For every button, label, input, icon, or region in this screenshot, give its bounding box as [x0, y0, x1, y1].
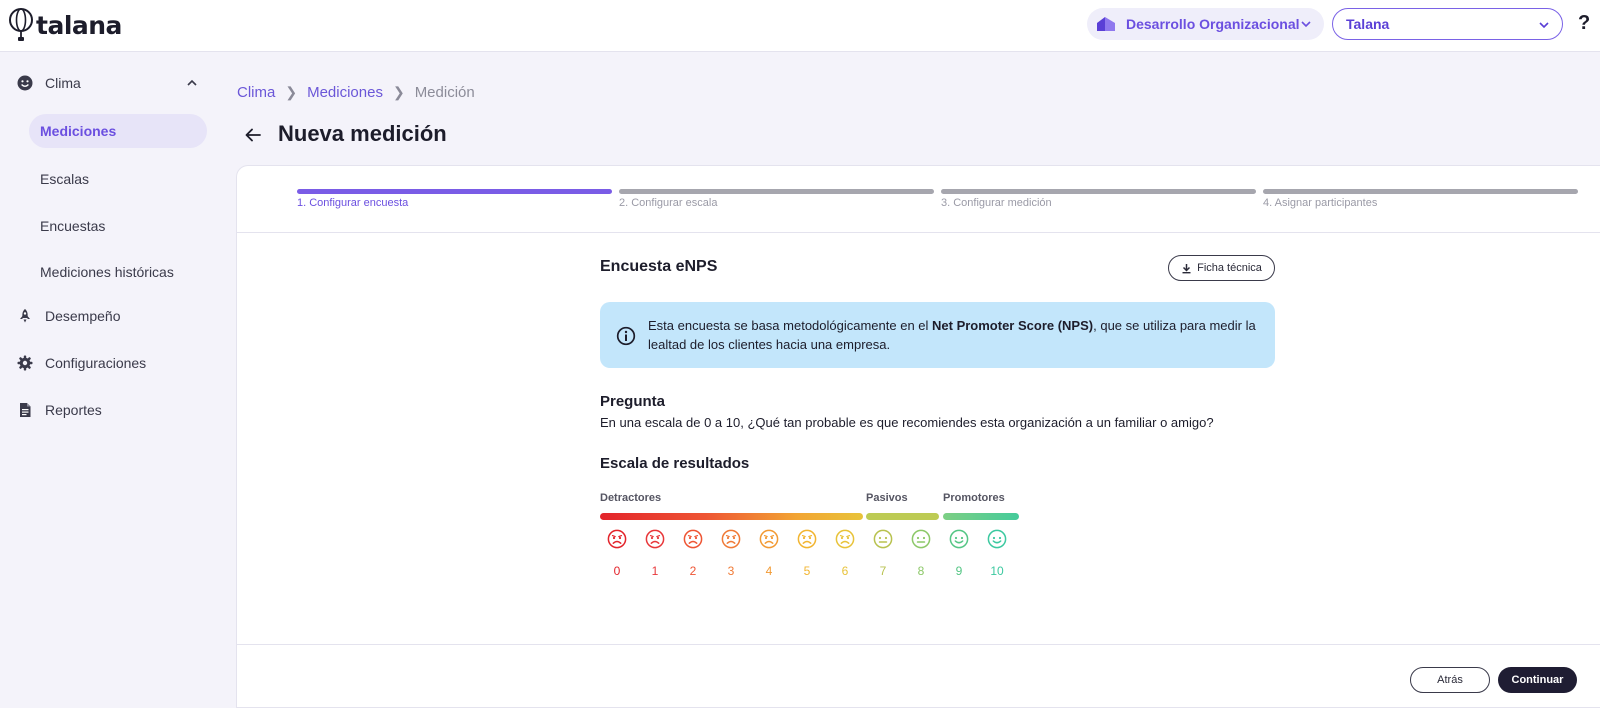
talana-logo[interactable]: talana	[8, 8, 122, 42]
step-configurar-escala[interactable]: 2. Configurar escala	[619, 189, 934, 209]
download-icon	[1182, 263, 1191, 273]
page-title: Nueva medición	[278, 121, 447, 146]
step-progress-bar	[619, 189, 934, 194]
top-bar: talana Desarrollo Organizacional Talana …	[0, 0, 1600, 52]
sidebar-subitem-escalas[interactable]: Escalas	[40, 171, 89, 187]
sidebar-subitem-label: Mediciones	[40, 123, 117, 139]
sidebar-item-label: Configuraciones	[45, 355, 147, 371]
company-selector[interactable]: Talana	[1332, 8, 1563, 40]
module-selector[interactable]: Desarrollo Organizacional	[1087, 8, 1324, 40]
promotores-bar	[943, 513, 1019, 520]
scale-value: 4	[765, 564, 773, 578]
ficha-tecnica-label: Ficha técnica	[1197, 262, 1262, 274]
scale-value: 2	[689, 564, 697, 578]
group-label-detractores: Detractores	[600, 492, 662, 504]
ficha-tecnica-button[interactable]: Ficha técnica	[1168, 255, 1275, 281]
chevron-right-icon: ❯	[392, 84, 405, 100]
step-progress-bar	[1263, 189, 1578, 194]
neutral-face-icon	[873, 529, 893, 549]
info-text-pre: Esta encuesta se basa metodológicamente …	[648, 318, 933, 333]
help-icon[interactable]: ?	[1578, 12, 1590, 35]
scale-value: 8	[917, 564, 925, 578]
module-label: Desarrollo Organizacional	[1126, 16, 1300, 32]
scale-value: 9	[955, 564, 963, 578]
happy-face-icon	[987, 529, 1007, 549]
scale-value: 3	[727, 564, 735, 578]
sidebar-item-reportes[interactable]: Reportes	[16, 400, 102, 420]
happy-face-icon	[949, 529, 969, 549]
pasivos-bar	[866, 513, 939, 520]
chevron-down-icon	[1539, 22, 1549, 29]
sad-face-icon	[797, 529, 817, 549]
breadcrumb-current: Medición	[414, 84, 475, 101]
breadcrumb: Clima ❯ Mediciones ❯ Medición	[237, 84, 475, 101]
chevron-down-icon	[1301, 21, 1311, 28]
step-configurar-medicion[interactable]: 3. Configurar medición	[941, 189, 1256, 209]
scale-value: 5	[803, 564, 811, 578]
group-label-pasivos: Pasivos	[866, 492, 908, 504]
survey-title: Encuesta eNPS	[600, 258, 718, 275]
step-asignar-participantes[interactable]: 4. Asignar participantes	[1263, 189, 1578, 209]
sidebar: Clima Mediciones Escalas Encuestas Medic…	[0, 52, 236, 708]
document-icon	[20, 403, 31, 417]
neutral-face-icon	[911, 529, 931, 549]
sad-face-icon	[645, 529, 665, 549]
rocket-icon	[20, 309, 30, 323]
detractores-bar	[600, 513, 863, 520]
question-title: Pregunta	[600, 393, 666, 410]
step-label: 3. Configurar medición	[941, 197, 1052, 209]
scale-value: 1	[651, 564, 659, 578]
sad-face-icon	[607, 529, 627, 549]
chevron-right-icon: ❯	[285, 84, 298, 100]
sad-face-icon	[721, 529, 741, 549]
sidebar-subitem-mediciones-historicas[interactable]: Mediciones históricas	[40, 264, 174, 280]
scale-title: Escala de resultados	[600, 455, 750, 472]
breadcrumb-mediciones[interactable]: Mediciones	[307, 84, 383, 101]
sidebar-item-desempeno[interactable]: Desempeño	[16, 306, 121, 326]
wizard-card: 1. Configurar encuesta 2. Configurar esc…	[236, 165, 1600, 708]
step-progress-bar	[941, 189, 1256, 194]
sidebar-item-label: Desempeño	[45, 308, 121, 324]
step-progress-bar	[297, 189, 612, 194]
sad-face-icon	[683, 529, 703, 549]
step-label: 4. Asignar participantes	[1263, 197, 1378, 209]
scale-value: 7	[879, 564, 887, 578]
info-text: Esta encuesta se basa metodológicamente …	[648, 316, 1258, 354]
question-text: En una escala de 0 a 10, ¿Qué tan probab…	[600, 415, 1214, 430]
scale-value: 6	[841, 564, 849, 578]
sidebar-item-label: Reportes	[45, 402, 102, 418]
step-label: 1. Configurar encuesta	[297, 197, 409, 209]
back-arrow-icon[interactable]	[244, 126, 262, 144]
scale-value: 10	[990, 564, 1004, 578]
balloon-icon	[9, 8, 33, 41]
info-text-nps: Net Promoter Score (NPS)	[932, 318, 1094, 333]
info-box: Esta encuesta se basa metodológicamente …	[600, 302, 1275, 368]
divider	[237, 232, 1600, 233]
chevron-up-icon	[187, 79, 197, 86]
scale-value: 0	[613, 564, 621, 578]
company-label: Talana	[1346, 16, 1390, 32]
breadcrumb-clima[interactable]: Clima	[237, 84, 275, 101]
info-icon	[616, 326, 636, 346]
step-label: 2. Configurar escala	[619, 197, 718, 209]
sidebar-subitem-encuestas[interactable]: Encuestas	[40, 218, 105, 234]
divider	[237, 644, 1600, 645]
step-configurar-encuesta[interactable]: 1. Configurar encuesta	[297, 189, 612, 209]
module-icon	[1097, 17, 1115, 31]
gear-icon	[17, 355, 33, 371]
group-label-promotores: Promotores	[943, 492, 1005, 504]
logo-text: talana	[36, 10, 122, 40]
back-button[interactable]: Atrás	[1410, 667, 1490, 693]
sad-face-icon	[835, 529, 855, 549]
sidebar-item-clima[interactable]: Clima	[16, 73, 197, 93]
sidebar-item-label: Clima	[45, 75, 81, 91]
smiley-icon	[17, 75, 33, 91]
sidebar-item-configuraciones[interactable]: Configuraciones	[16, 353, 146, 373]
continue-button[interactable]: Continuar	[1498, 667, 1577, 693]
sad-face-icon	[759, 529, 779, 549]
